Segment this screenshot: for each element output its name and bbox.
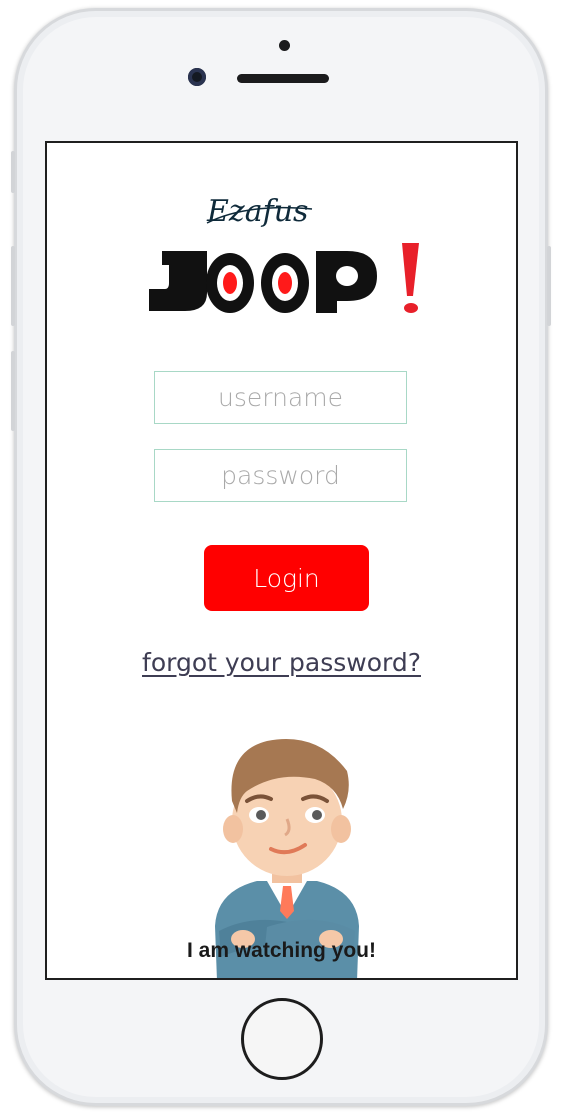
- brand-script-text: Ezafus: [206, 194, 308, 229]
- mascot-caption: I am watching you!: [186, 939, 377, 962]
- forgot-password-link[interactable]: forgot your password?: [47, 648, 516, 677]
- earpiece-speaker: [237, 74, 329, 83]
- password-input[interactable]: [154, 449, 407, 502]
- proximity-sensor: [279, 40, 290, 51]
- power-button: [547, 246, 551, 326]
- silent-switch: [11, 151, 15, 193]
- volume-down-button: [11, 351, 15, 431]
- joop-logo: Ezafus: [149, 194, 419, 313]
- username-input[interactable]: [154, 371, 407, 424]
- volume-up-button: [11, 246, 15, 326]
- login-button[interactable]: Login: [204, 545, 369, 611]
- brand-wordmark: [149, 243, 419, 313]
- home-button[interactable]: [241, 998, 323, 1080]
- app-screen: Ezafus Login forgot your password?: [45, 141, 518, 980]
- front-camera-icon: [188, 68, 206, 86]
